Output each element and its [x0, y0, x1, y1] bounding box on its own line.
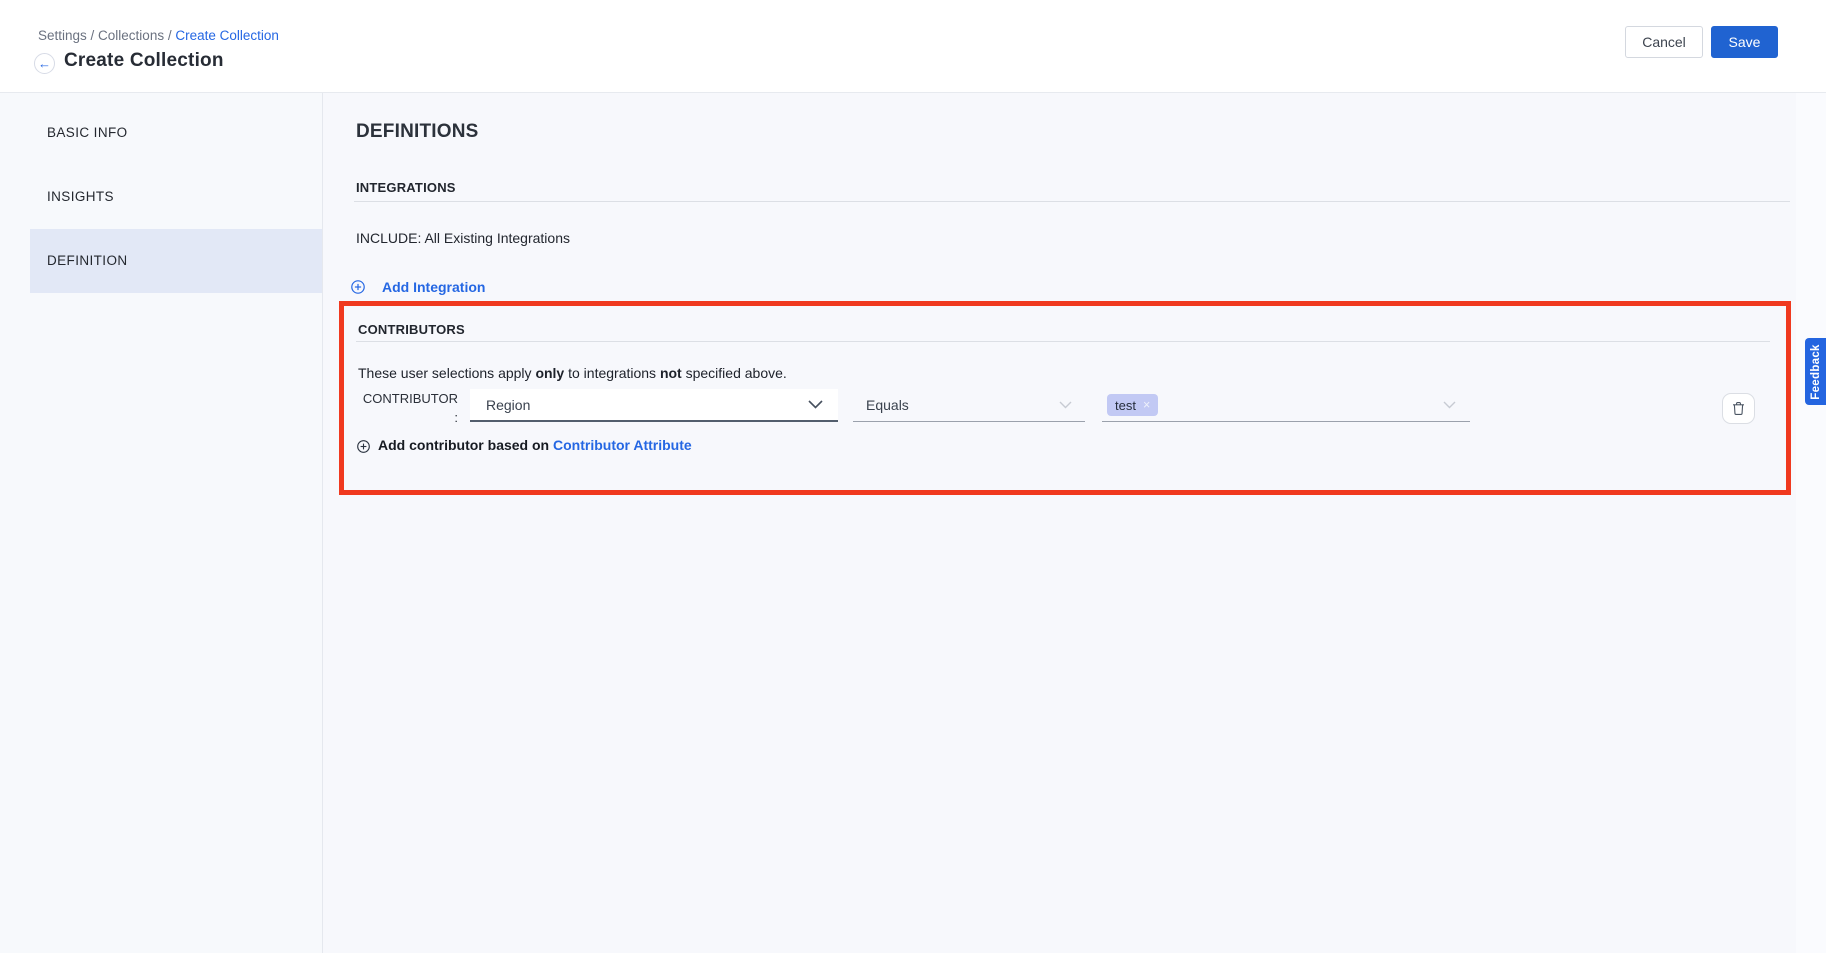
contributor-attribute-link[interactable]: Contributor Attribute	[553, 437, 692, 453]
feedback-tab-label: Feedback	[1810, 344, 1822, 399]
circle-plus-icon	[351, 280, 365, 294]
breadcrumb-separator: /	[164, 28, 175, 43]
breadcrumb-separator: /	[87, 28, 98, 43]
trash-icon	[1732, 401, 1745, 416]
value-tag[interactable]: test ×	[1107, 394, 1158, 416]
note-bold-only: only	[535, 365, 564, 381]
value-tag-label: test	[1115, 398, 1136, 413]
breadcrumb: Settings / Collections / Create Collecti…	[38, 28, 279, 43]
note-text: These user selections apply	[358, 365, 535, 381]
page-title: Create Collection	[64, 50, 224, 72]
contributors-section-title: CONTRIBUTORS	[358, 322, 465, 337]
chevron-down-icon	[808, 400, 823, 409]
integrations-divider	[354, 201, 1790, 202]
chevron-down-icon	[1443, 401, 1456, 409]
content-area: BASIC INFO INSIGHTS DEFINITION DEFINITIO…	[0, 92, 1826, 953]
page-header: Settings / Collections / Create Collecti…	[0, 0, 1826, 92]
integrations-section-title: INTEGRATIONS	[356, 180, 456, 195]
contributor-label-text: CONTRIBUTOR	[363, 391, 458, 406]
contributor-row-label: CONTRIBUTOR :	[358, 392, 458, 425]
breadcrumb-collections[interactable]: Collections	[98, 28, 164, 43]
back-arrow-icon: ←	[38, 57, 51, 70]
operator-select-value: Equals	[866, 397, 909, 413]
contributor-label-colon: :	[358, 411, 458, 425]
save-button[interactable]: Save	[1711, 26, 1778, 58]
note-text: specified above.	[682, 365, 787, 381]
create-collection-screen: Settings / Collections / Create Collecti…	[0, 0, 1826, 953]
right-gutter	[1796, 93, 1826, 953]
main-panel: DEFINITIONS INTEGRATIONS INCLUDE: All Ex…	[323, 93, 1826, 953]
breadcrumb-create-collection: Create Collection	[175, 28, 279, 43]
attribute-select[interactable]: Region	[470, 389, 838, 422]
definitions-heading: DEFINITIONS	[356, 121, 479, 143]
include-integrations-text: INCLUDE: All Existing Integrations	[356, 230, 570, 246]
sidebar: BASIC INFO INSIGHTS DEFINITION	[0, 93, 323, 953]
sidebar-item-insights[interactable]: INSIGHTS	[30, 165, 322, 229]
breadcrumb-settings[interactable]: Settings	[38, 28, 87, 43]
add-contributor-row[interactable]: Add contributor based on Contributor Att…	[357, 437, 692, 455]
note-text: to integrations	[564, 365, 660, 381]
sidebar-item-definition[interactable]: DEFINITION	[30, 229, 322, 293]
add-contributor-prefix: Add contributor based on	[378, 437, 553, 453]
delete-rule-button[interactable]	[1722, 393, 1755, 424]
contributors-note: These user selections apply only to inte…	[358, 365, 787, 381]
circle-plus-icon	[357, 440, 370, 453]
contributors-divider	[356, 341, 1770, 342]
chevron-down-icon	[1059, 401, 1072, 409]
tag-remove-icon[interactable]: ×	[1143, 399, 1150, 412]
back-button[interactable]: ←	[34, 53, 55, 74]
note-bold-not: not	[660, 365, 682, 381]
attribute-select-value: Region	[486, 397, 530, 413]
add-contributor-text: Add contributor based on Contributor Att…	[378, 437, 692, 455]
add-integration-label: Add Integration	[382, 279, 485, 295]
add-integration-button[interactable]: Add Integration	[351, 279, 485, 295]
values-multiselect[interactable]: test ×	[1102, 389, 1470, 422]
cancel-button[interactable]: Cancel	[1625, 26, 1703, 58]
sidebar-item-basic-info[interactable]: BASIC INFO	[30, 101, 322, 165]
sidebar-nav: BASIC INFO INSIGHTS DEFINITION	[0, 101, 322, 293]
feedback-tab[interactable]: Feedback	[1805, 338, 1826, 405]
operator-select[interactable]: Equals	[853, 389, 1085, 422]
